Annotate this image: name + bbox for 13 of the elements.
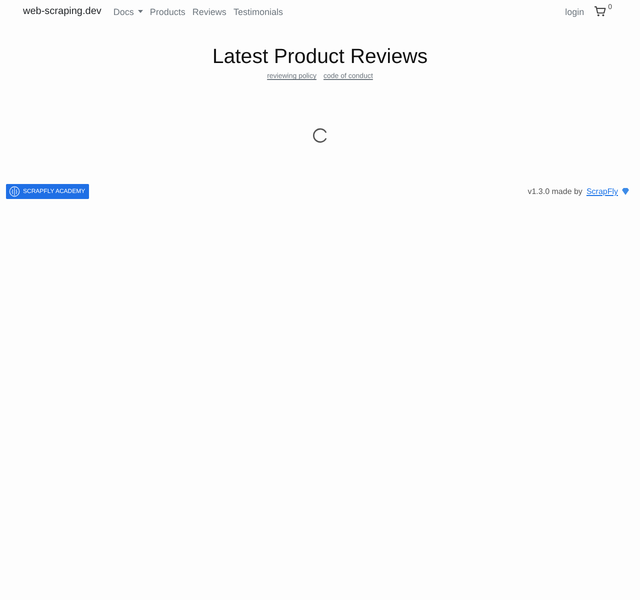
nav-link[interactable]: Testimonials <box>233 6 283 16</box>
nav-dropdown[interactable]: Docs <box>113 6 143 16</box>
nav-link[interactable]: Products <box>150 6 186 16</box>
credit-link[interactable]: ScrapFly <box>586 187 618 196</box>
site-logo-text[interactable]: web-scraping.dev <box>23 6 102 17</box>
brain-icon <box>9 186 20 197</box>
gem-icon <box>622 188 629 195</box>
caret-icon <box>138 10 143 13</box>
login-link[interactable]: login <box>565 6 584 16</box>
version-text: v1.3.0 made by <box>528 187 582 196</box>
nav-link[interactable]: Reviews <box>192 6 226 16</box>
page-title: Latest Product Reviews <box>212 44 428 70</box>
cart-icon[interactable] <box>594 6 606 17</box>
